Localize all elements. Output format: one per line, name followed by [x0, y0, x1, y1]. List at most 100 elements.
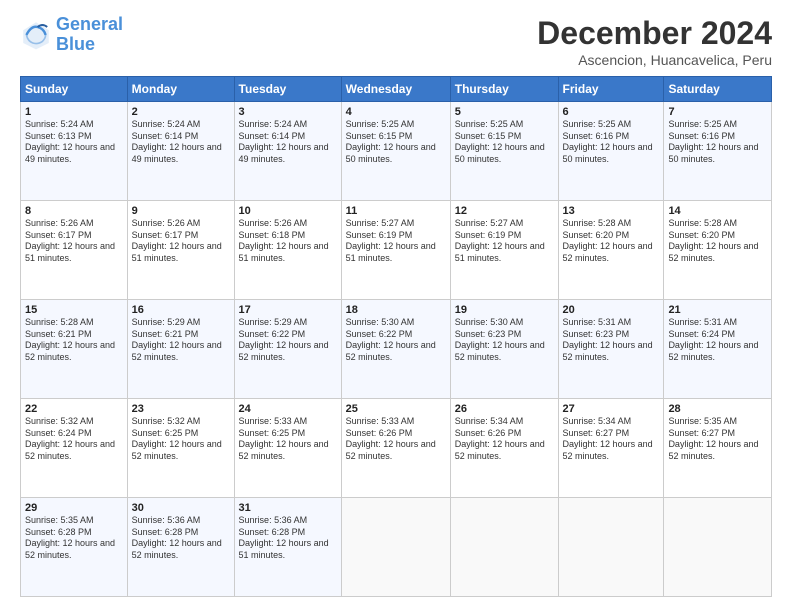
cell-day-number: 7	[668, 106, 767, 118]
cell-day-number: 17	[239, 304, 337, 316]
calendar-cell: 27Sunrise: 5:34 AM Sunset: 6:27 PM Dayli…	[558, 399, 664, 498]
cell-day-number: 20	[563, 304, 660, 316]
cell-info-text: Sunrise: 5:25 AM Sunset: 6:15 PM Dayligh…	[346, 119, 446, 166]
cell-info-text: Sunrise: 5:29 AM Sunset: 6:22 PM Dayligh…	[239, 317, 337, 364]
cell-day-number: 25	[346, 403, 446, 415]
cell-info-text: Sunrise: 5:25 AM Sunset: 6:16 PM Dayligh…	[668, 119, 767, 166]
calendar-cell: 14Sunrise: 5:28 AM Sunset: 6:20 PM Dayli…	[664, 201, 772, 300]
cell-day-number: 19	[455, 304, 554, 316]
cell-info-text: Sunrise: 5:30 AM Sunset: 6:22 PM Dayligh…	[346, 317, 446, 364]
header: General Blue December 2024 Ascencion, Hu…	[20, 15, 772, 68]
calendar-cell: 20Sunrise: 5:31 AM Sunset: 6:23 PM Dayli…	[558, 300, 664, 399]
calendar-cell: 2Sunrise: 5:24 AM Sunset: 6:14 PM Daylig…	[127, 102, 234, 201]
cell-day-number: 27	[563, 403, 660, 415]
calendar-header-thursday: Thursday	[450, 77, 558, 102]
cell-info-text: Sunrise: 5:35 AM Sunset: 6:27 PM Dayligh…	[668, 416, 767, 463]
cell-info-text: Sunrise: 5:26 AM Sunset: 6:18 PM Dayligh…	[239, 218, 337, 265]
logo: General Blue	[20, 15, 123, 55]
cell-info-text: Sunrise: 5:24 AM Sunset: 6:14 PM Dayligh…	[132, 119, 230, 166]
cell-day-number: 9	[132, 205, 230, 217]
cell-day-number: 30	[132, 502, 230, 514]
calendar-cell	[450, 498, 558, 597]
cell-info-text: Sunrise: 5:25 AM Sunset: 6:15 PM Dayligh…	[455, 119, 554, 166]
cell-day-number: 5	[455, 106, 554, 118]
cell-info-text: Sunrise: 5:36 AM Sunset: 6:28 PM Dayligh…	[239, 515, 337, 562]
calendar-cell: 17Sunrise: 5:29 AM Sunset: 6:22 PM Dayli…	[234, 300, 341, 399]
cell-day-number: 8	[25, 205, 123, 217]
cell-info-text: Sunrise: 5:33 AM Sunset: 6:25 PM Dayligh…	[239, 416, 337, 463]
calendar-header-row: SundayMondayTuesdayWednesdayThursdayFrid…	[21, 77, 772, 102]
cell-info-text: Sunrise: 5:28 AM Sunset: 6:20 PM Dayligh…	[563, 218, 660, 265]
calendar-cell: 19Sunrise: 5:30 AM Sunset: 6:23 PM Dayli…	[450, 300, 558, 399]
calendar-week-row: 15Sunrise: 5:28 AM Sunset: 6:21 PM Dayli…	[21, 300, 772, 399]
cell-info-text: Sunrise: 5:26 AM Sunset: 6:17 PM Dayligh…	[25, 218, 123, 265]
cell-info-text: Sunrise: 5:29 AM Sunset: 6:21 PM Dayligh…	[132, 317, 230, 364]
calendar-cell	[664, 498, 772, 597]
calendar-header-saturday: Saturday	[664, 77, 772, 102]
logo-line1: General	[56, 14, 123, 34]
cell-info-text: Sunrise: 5:34 AM Sunset: 6:26 PM Dayligh…	[455, 416, 554, 463]
cell-day-number: 31	[239, 502, 337, 514]
cell-info-text: Sunrise: 5:24 AM Sunset: 6:13 PM Dayligh…	[25, 119, 123, 166]
cell-info-text: Sunrise: 5:28 AM Sunset: 6:20 PM Dayligh…	[668, 218, 767, 265]
calendar-cell: 11Sunrise: 5:27 AM Sunset: 6:19 PM Dayli…	[341, 201, 450, 300]
calendar-header-sunday: Sunday	[21, 77, 128, 102]
cell-day-number: 23	[132, 403, 230, 415]
calendar-cell: 25Sunrise: 5:33 AM Sunset: 6:26 PM Dayli…	[341, 399, 450, 498]
calendar-cell: 18Sunrise: 5:30 AM Sunset: 6:22 PM Dayli…	[341, 300, 450, 399]
title-section: December 2024 Ascencion, Huancavelica, P…	[537, 15, 772, 68]
cell-day-number: 16	[132, 304, 230, 316]
calendar-cell: 5Sunrise: 5:25 AM Sunset: 6:15 PM Daylig…	[450, 102, 558, 201]
cell-day-number: 11	[346, 205, 446, 217]
calendar-week-row: 29Sunrise: 5:35 AM Sunset: 6:28 PM Dayli…	[21, 498, 772, 597]
calendar-cell: 9Sunrise: 5:26 AM Sunset: 6:17 PM Daylig…	[127, 201, 234, 300]
calendar-cell: 16Sunrise: 5:29 AM Sunset: 6:21 PM Dayli…	[127, 300, 234, 399]
logo-line2: Blue	[56, 34, 95, 54]
calendar-cell: 8Sunrise: 5:26 AM Sunset: 6:17 PM Daylig…	[21, 201, 128, 300]
cell-day-number: 2	[132, 106, 230, 118]
calendar-cell: 24Sunrise: 5:33 AM Sunset: 6:25 PM Dayli…	[234, 399, 341, 498]
main-title: December 2024	[537, 15, 772, 52]
cell-day-number: 29	[25, 502, 123, 514]
cell-info-text: Sunrise: 5:28 AM Sunset: 6:21 PM Dayligh…	[25, 317, 123, 364]
calendar-cell: 7Sunrise: 5:25 AM Sunset: 6:16 PM Daylig…	[664, 102, 772, 201]
calendar-cell: 22Sunrise: 5:32 AM Sunset: 6:24 PM Dayli…	[21, 399, 128, 498]
calendar-header-tuesday: Tuesday	[234, 77, 341, 102]
calendar-cell: 13Sunrise: 5:28 AM Sunset: 6:20 PM Dayli…	[558, 201, 664, 300]
cell-day-number: 4	[346, 106, 446, 118]
calendar-cell: 3Sunrise: 5:24 AM Sunset: 6:14 PM Daylig…	[234, 102, 341, 201]
cell-info-text: Sunrise: 5:34 AM Sunset: 6:27 PM Dayligh…	[563, 416, 660, 463]
calendar-cell: 26Sunrise: 5:34 AM Sunset: 6:26 PM Dayli…	[450, 399, 558, 498]
calendar-cell: 10Sunrise: 5:26 AM Sunset: 6:18 PM Dayli…	[234, 201, 341, 300]
cell-day-number: 28	[668, 403, 767, 415]
cell-day-number: 24	[239, 403, 337, 415]
calendar-week-row: 1Sunrise: 5:24 AM Sunset: 6:13 PM Daylig…	[21, 102, 772, 201]
calendar-cell: 21Sunrise: 5:31 AM Sunset: 6:24 PM Dayli…	[664, 300, 772, 399]
calendar-cell: 15Sunrise: 5:28 AM Sunset: 6:21 PM Dayli…	[21, 300, 128, 399]
calendar-cell: 4Sunrise: 5:25 AM Sunset: 6:15 PM Daylig…	[341, 102, 450, 201]
cell-day-number: 18	[346, 304, 446, 316]
cell-day-number: 13	[563, 205, 660, 217]
cell-info-text: Sunrise: 5:36 AM Sunset: 6:28 PM Dayligh…	[132, 515, 230, 562]
cell-info-text: Sunrise: 5:33 AM Sunset: 6:26 PM Dayligh…	[346, 416, 446, 463]
calendar-table: SundayMondayTuesdayWednesdayThursdayFrid…	[20, 76, 772, 597]
cell-day-number: 6	[563, 106, 660, 118]
calendar-cell: 23Sunrise: 5:32 AM Sunset: 6:25 PM Dayli…	[127, 399, 234, 498]
cell-day-number: 21	[668, 304, 767, 316]
cell-day-number: 3	[239, 106, 337, 118]
calendar-week-row: 22Sunrise: 5:32 AM Sunset: 6:24 PM Dayli…	[21, 399, 772, 498]
cell-day-number: 15	[25, 304, 123, 316]
page: General Blue December 2024 Ascencion, Hu…	[0, 0, 792, 612]
calendar-cell: 29Sunrise: 5:35 AM Sunset: 6:28 PM Dayli…	[21, 498, 128, 597]
calendar-header-friday: Friday	[558, 77, 664, 102]
cell-info-text: Sunrise: 5:35 AM Sunset: 6:28 PM Dayligh…	[25, 515, 123, 562]
calendar-cell: 12Sunrise: 5:27 AM Sunset: 6:19 PM Dayli…	[450, 201, 558, 300]
calendar-cell: 1Sunrise: 5:24 AM Sunset: 6:13 PM Daylig…	[21, 102, 128, 201]
cell-info-text: Sunrise: 5:31 AM Sunset: 6:24 PM Dayligh…	[668, 317, 767, 364]
logo-text: General Blue	[56, 15, 123, 55]
cell-info-text: Sunrise: 5:24 AM Sunset: 6:14 PM Dayligh…	[239, 119, 337, 166]
calendar-cell: 30Sunrise: 5:36 AM Sunset: 6:28 PM Dayli…	[127, 498, 234, 597]
cell-info-text: Sunrise: 5:25 AM Sunset: 6:16 PM Dayligh…	[563, 119, 660, 166]
subtitle: Ascencion, Huancavelica, Peru	[537, 52, 772, 68]
calendar-week-row: 8Sunrise: 5:26 AM Sunset: 6:17 PM Daylig…	[21, 201, 772, 300]
